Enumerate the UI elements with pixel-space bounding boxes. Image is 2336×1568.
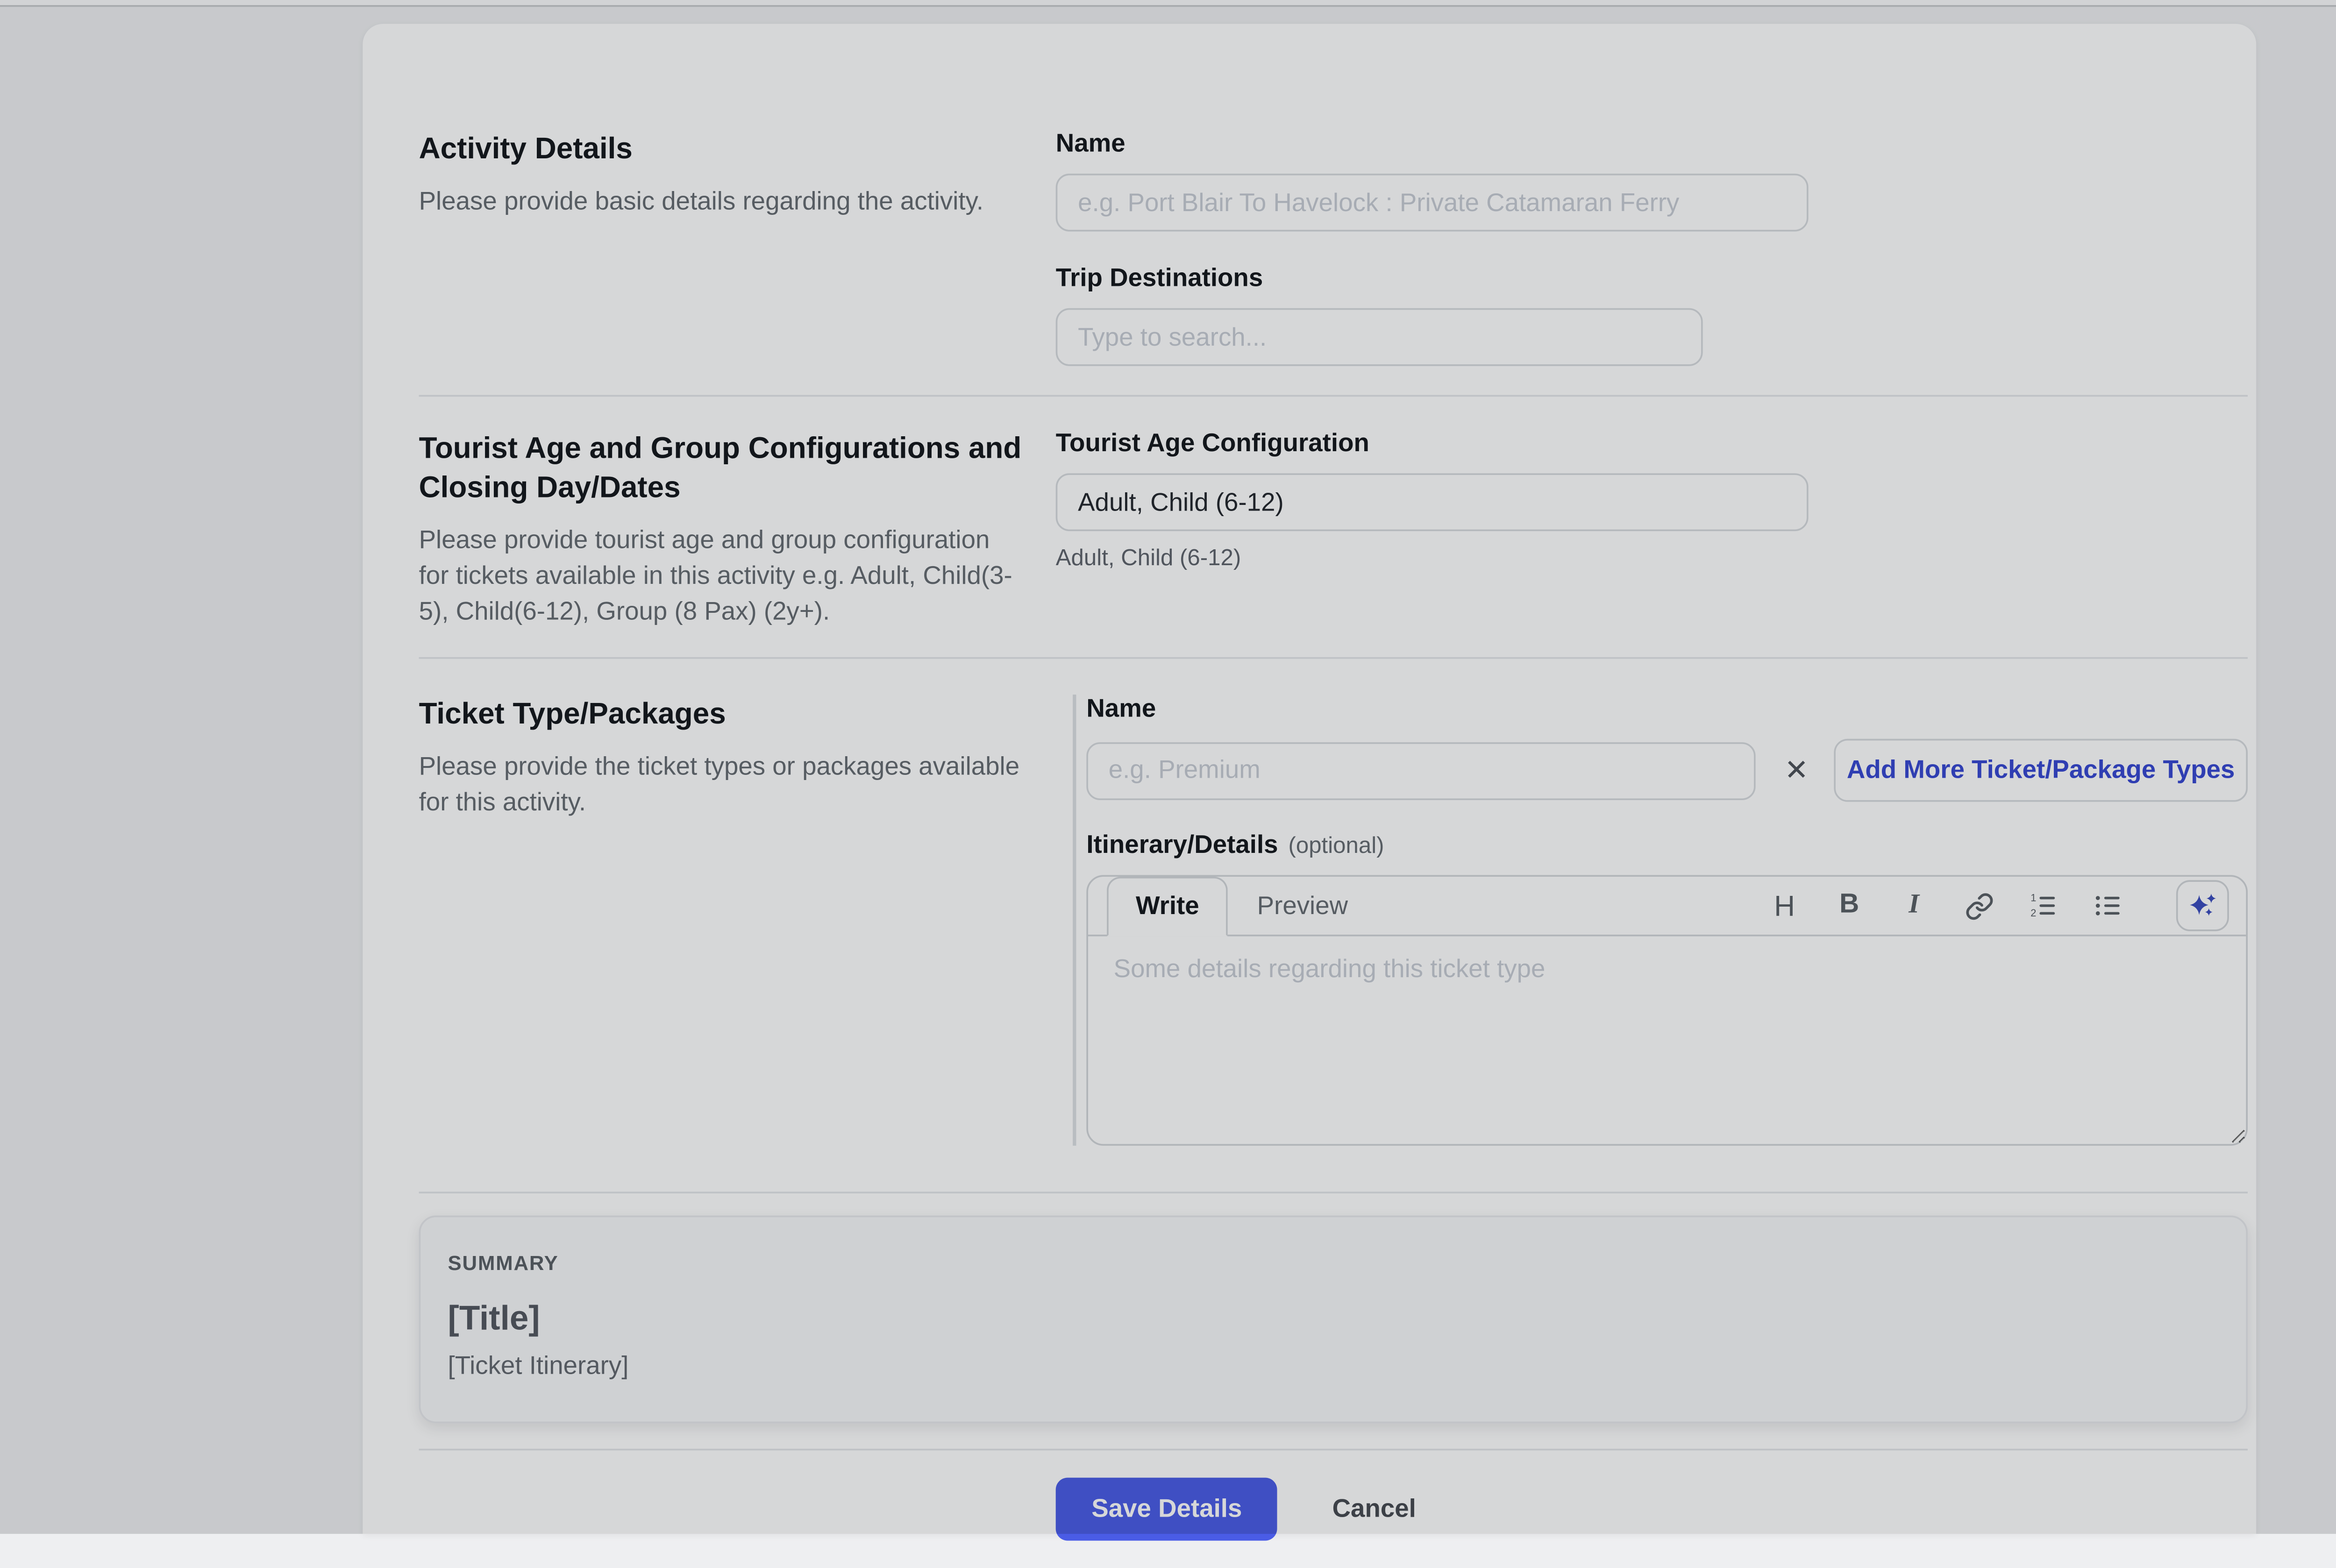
viewport: Activity Details Please provide basic de… [0, 0, 2336, 1534]
page-dim-overlay [0, 0, 2336, 1534]
